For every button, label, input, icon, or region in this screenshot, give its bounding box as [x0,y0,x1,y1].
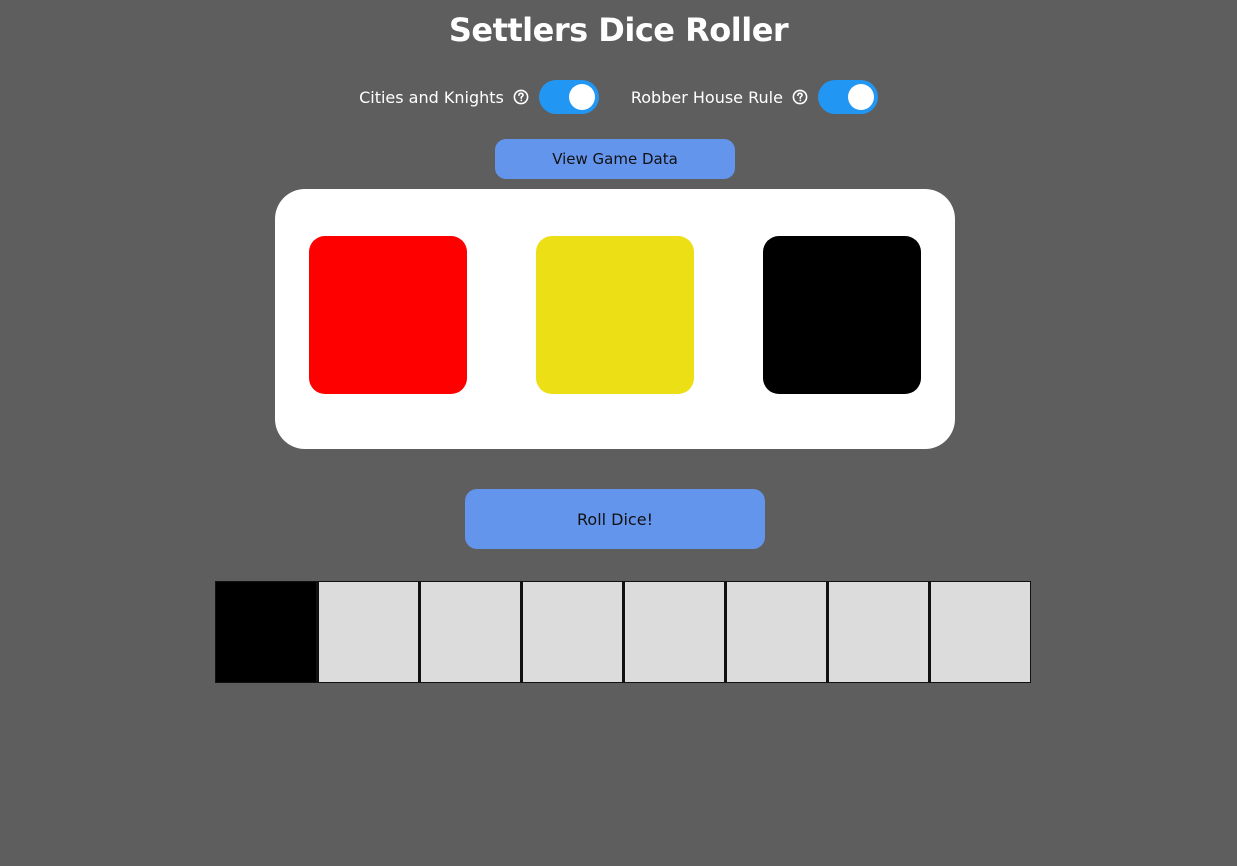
help-circle-icon[interactable] [513,89,529,105]
track-cell [725,581,827,683]
options-row: Cities and Knights Robber House Rule [0,80,1237,114]
robber-house-rule-label: Robber House Rule [630,87,783,107]
cities-knights-toggle[interactable] [538,80,599,114]
cities-knights-option: Cities and Knights [359,80,599,114]
toggle-knob [568,84,595,110]
cities-knights-label: Cities and Knights [359,87,504,107]
track-cell [521,581,623,683]
barbarian-track [215,581,1031,683]
help-circle-icon[interactable] [792,89,808,105]
roll-dice-button[interactable]: Roll Dice! [465,489,765,549]
page-title: Settlers Dice Roller [448,11,789,49]
track-cell-active [215,581,317,683]
app-page: Settlers Dice Roller Cities and Knights … [0,0,1237,866]
yellow-die [536,236,694,394]
track-cell [623,581,725,683]
event-die [763,236,921,394]
track-cell [419,581,521,683]
track-cell [827,581,929,683]
dice-panel [275,189,955,449]
robber-house-rule-toggle[interactable] [817,80,878,114]
track-cell [317,581,419,683]
view-game-data-button[interactable]: View Game Data [495,139,735,179]
robber-house-rule-option: Robber House Rule [631,80,878,114]
red-die [309,236,467,394]
track-cell [929,581,1031,683]
toggle-knob [847,84,874,110]
